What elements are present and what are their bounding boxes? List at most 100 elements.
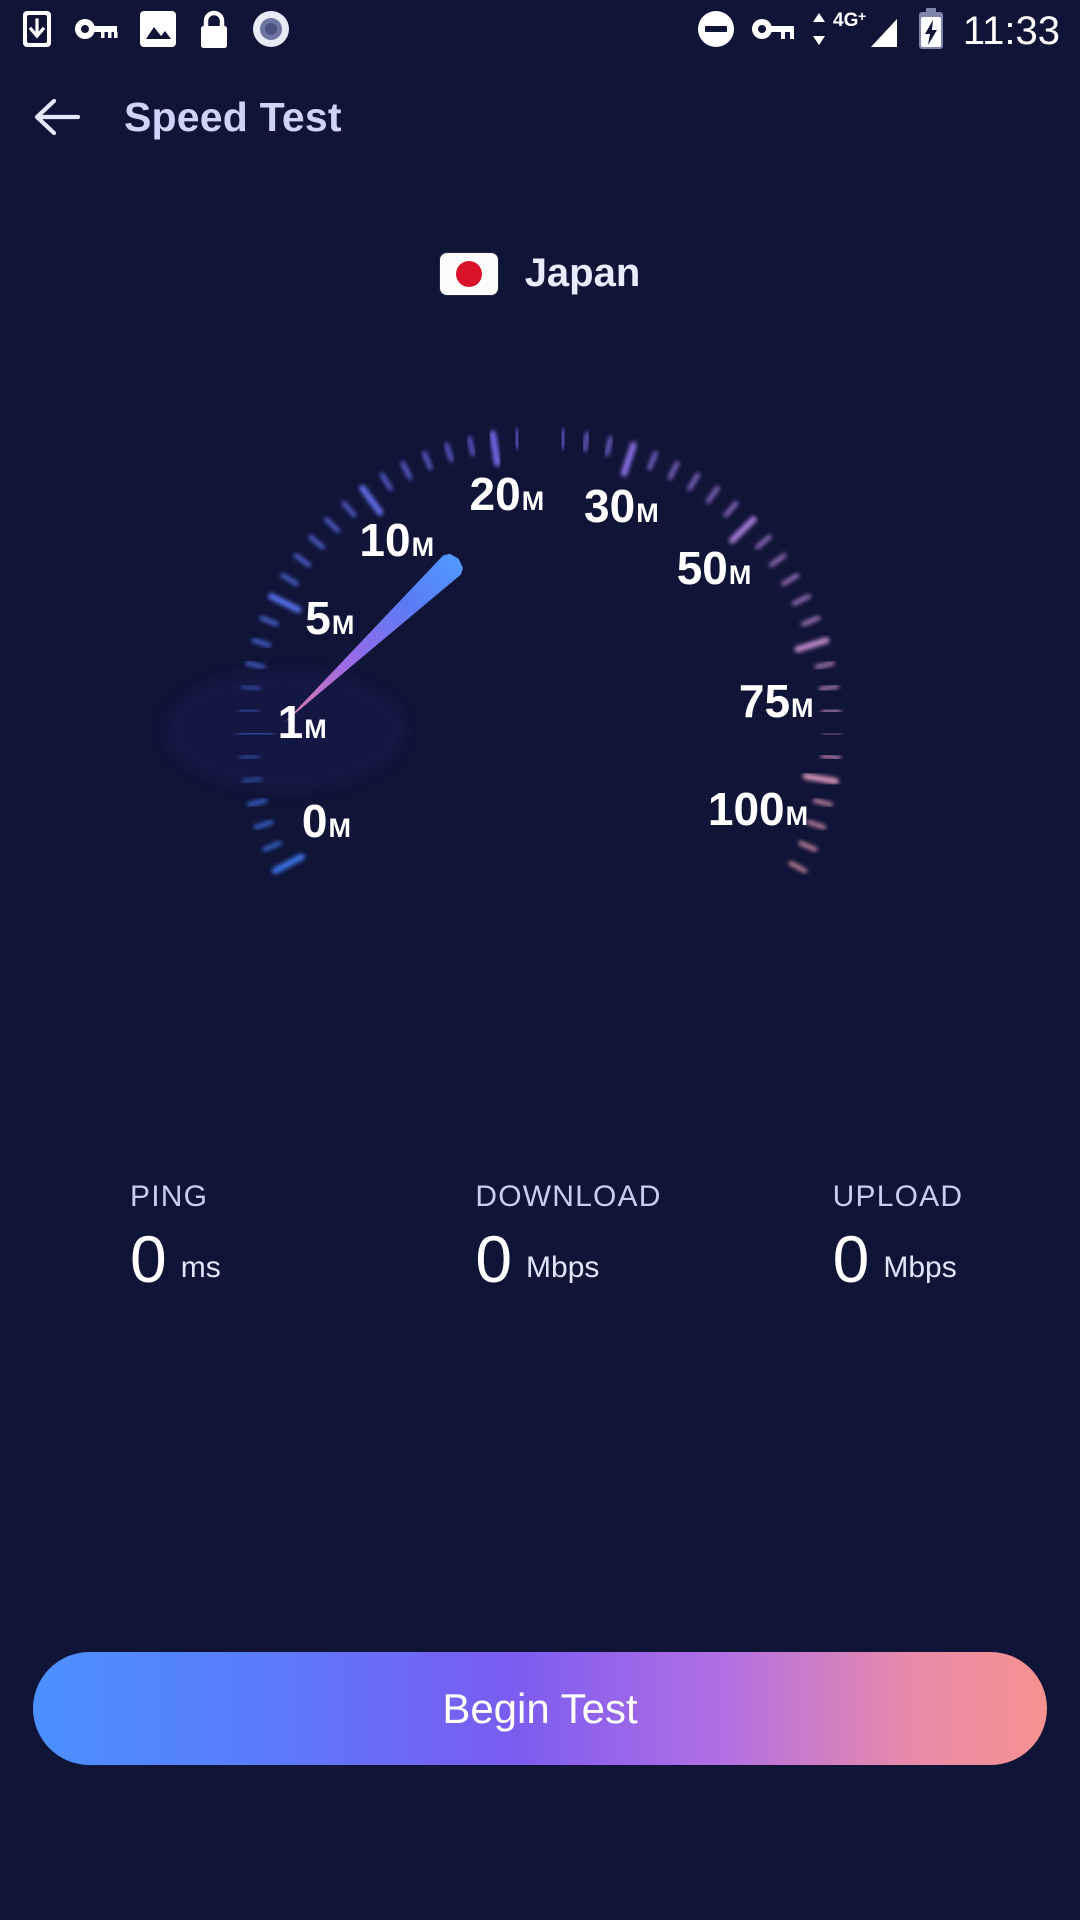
- gauge-tick-label: 100M: [708, 782, 808, 836]
- status-bar-left-icons: [22, 9, 312, 54]
- gauge-tick: [245, 661, 266, 670]
- gauge-tick: [444, 442, 454, 463]
- gauge-tick-value: 1: [277, 695, 304, 748]
- gauge-tick-label: 1M: [278, 695, 327, 749]
- gauge-tick: [514, 428, 520, 450]
- gauge-tick: [253, 819, 274, 830]
- gauge-tick: [489, 430, 501, 467]
- gauge-tick: [687, 472, 701, 491]
- begin-test-button[interactable]: Begin Test: [33, 1652, 1047, 1765]
- gauge-tick-label: 50M: [677, 541, 752, 595]
- gauge-tick-suffix: M: [728, 559, 752, 590]
- stat-value: 0 Mbps: [475, 1222, 722, 1296]
- gauge-tick: [788, 861, 808, 874]
- vpn-key-icon: [751, 16, 795, 47]
- gauge-tick: [268, 593, 302, 613]
- gauge-tick: [755, 534, 772, 550]
- gauge-tick: [280, 573, 299, 586]
- stats-row: PING 0 ms DOWNLOAD 0 Mbps UPLOAD 0 Mbps: [0, 1180, 1080, 1296]
- gauge-tick: [400, 460, 413, 480]
- gauge-tick: [814, 661, 835, 670]
- gauge-tick: [667, 460, 680, 480]
- gauge-tick-suffix: M: [521, 486, 545, 517]
- gauge-tick: [728, 516, 757, 544]
- stat-unit: ms: [180, 1251, 221, 1284]
- battery-charging-icon: [917, 7, 945, 55]
- gauge-tick: [582, 431, 590, 452]
- gauge-tick-suffix: M: [328, 812, 351, 843]
- gauge-tick-value: 100: [707, 783, 785, 836]
- lock-icon: [198, 9, 230, 54]
- stat-upload: UPLOAD 0 Mbps: [723, 1180, 1080, 1296]
- stat-unit: Mbps: [883, 1251, 957, 1284]
- gauge-tick: [723, 500, 739, 518]
- gauge-tick-value: 5: [305, 592, 331, 645]
- stat-download: DOWNLOAD 0 Mbps: [377, 1180, 722, 1296]
- stat-number: 0: [832, 1222, 870, 1296]
- gauge-tick-value: 0: [301, 794, 328, 847]
- gauge-tick: [818, 684, 840, 692]
- do-not-disturb-icon: [697, 10, 735, 53]
- stat-label: UPLOAD: [832, 1180, 964, 1213]
- gauge-tick: [794, 637, 830, 653]
- gauge-tick-value: 20: [469, 468, 521, 521]
- gauge-tick: [647, 450, 658, 471]
- speed-gauge: 0M 1M 5M 10M 20M 30M 50M 75M 100M: [0, 330, 1080, 1030]
- back-button[interactable]: [26, 86, 88, 148]
- gauge-tick-label: 75M: [739, 674, 814, 728]
- gauge-tick-label: 0M: [302, 794, 351, 848]
- gauge-tick: [604, 436, 613, 457]
- server-name: Japan: [524, 251, 641, 295]
- status-bar-clock: 11:33: [962, 9, 1060, 53]
- gauge-tick: [262, 840, 282, 852]
- gauge-tick: [379, 472, 393, 491]
- gauge-tick: [791, 594, 811, 606]
- app-bar: Speed Test: [0, 62, 1080, 172]
- stat-number: 0: [475, 1222, 513, 1296]
- gauge-tick: [293, 553, 312, 568]
- gauge-tick: [467, 436, 476, 457]
- stat-unit: Mbps: [526, 1251, 600, 1284]
- gauge-tick: [620, 441, 637, 477]
- download-to-device-icon: [22, 10, 52, 53]
- gauge-tick-suffix: M: [304, 713, 327, 744]
- svg-text:+: +: [858, 9, 866, 24]
- stat-label: DOWNLOAD: [475, 1180, 662, 1213]
- gauge-tick-value: 30: [584, 480, 636, 533]
- gauge-tick: [820, 754, 841, 761]
- gauge-tick: [781, 573, 800, 586]
- gauge-tick: [801, 615, 821, 627]
- gauge-tick: [821, 708, 842, 714]
- screen-record-icon: [252, 10, 290, 53]
- gauge-tick: [802, 772, 839, 785]
- gauge-tick: [560, 428, 566, 450]
- gauge-tick-suffix: M: [411, 531, 435, 562]
- gauge-tick: [271, 853, 305, 875]
- server-row[interactable]: Japan: [0, 251, 1080, 296]
- gauge-tick-value: 10: [359, 513, 411, 566]
- gauge-tick: [259, 615, 279, 627]
- gauge-tick-suffix: M: [785, 801, 809, 832]
- flag-red-circle: [455, 260, 482, 287]
- gauge-tick-suffix: M: [791, 692, 814, 723]
- gauge-tick: [341, 500, 357, 518]
- signal-4g-plus-icon: 4G +: [831, 8, 901, 54]
- stat-value: 0 Mbps: [832, 1222, 1080, 1296]
- gauge-tick: [251, 638, 272, 648]
- vpn-key-icon: [74, 16, 118, 47]
- gauge-tick: [806, 819, 827, 830]
- gauge-tick-value: 50: [676, 541, 728, 594]
- status-bar: 4G + 11:33: [0, 0, 1080, 62]
- gauge-tick-label: 20M: [470, 467, 545, 521]
- arrow-left-icon: [34, 98, 81, 136]
- gauge-tick: [705, 485, 720, 504]
- gauge-tick-suffix: M: [636, 498, 659, 529]
- gauge-tick-value: 75: [738, 674, 791, 727]
- gauge-tick: [812, 798, 833, 807]
- gauge-tick: [359, 484, 384, 516]
- gauge-tick-label: 5M: [305, 591, 354, 645]
- page-title: Speed Test: [124, 93, 342, 140]
- gauge-tick: [247, 798, 268, 807]
- stat-number: 0: [130, 1222, 167, 1296]
- stat-value: 0 ms: [130, 1222, 377, 1296]
